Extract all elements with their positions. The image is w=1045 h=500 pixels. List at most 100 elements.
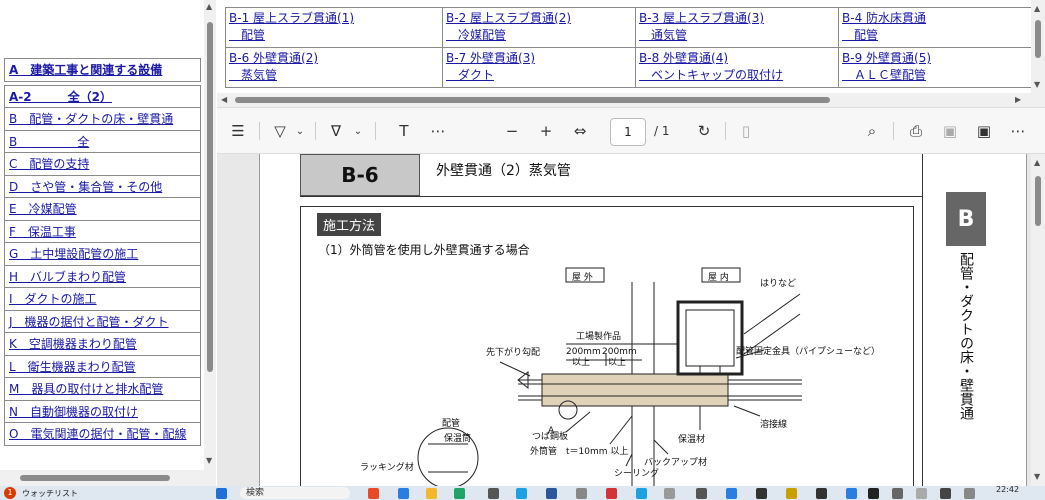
section-link-subtitle[interactable]: 冷媒配管 bbox=[446, 27, 632, 44]
section-link-subtitle[interactable]: 配管 bbox=[229, 27, 439, 44]
word-icon[interactable] bbox=[546, 488, 557, 499]
scroll-down-arrow-icon[interactable]: ▼ bbox=[206, 456, 212, 465]
section-link-title[interactable]: B-9 外壁貫通(5) bbox=[842, 50, 1037, 67]
scroll-right-arrow-icon[interactable]: ▶ bbox=[1015, 95, 1021, 104]
save-as-icon[interactable]: ▣ bbox=[973, 120, 995, 142]
fit-width-icon[interactable]: ⇔ bbox=[569, 120, 591, 142]
nav-link[interactable]: D さや管・集合管・その他 bbox=[4, 174, 201, 198]
nav-link[interactable]: L 衛生機器まわり配管 bbox=[4, 354, 201, 378]
folder-icon[interactable] bbox=[426, 488, 437, 499]
excel-icon[interactable] bbox=[454, 488, 465, 499]
page-number-input[interactable]: 1 bbox=[610, 118, 646, 146]
section-link-subtitle[interactable]: 配管 bbox=[842, 27, 1037, 44]
scrollbar-thumb[interactable] bbox=[20, 475, 170, 481]
section-link-subtitle[interactable]: 蒸気管 bbox=[229, 67, 439, 84]
nav-link[interactable]: N 自動御機器の取付け bbox=[4, 399, 201, 423]
nav-link[interactable]: F 保温工事 bbox=[4, 219, 201, 243]
text-box-icon[interactable]: T bbox=[393, 120, 415, 142]
scroll-up-arrow-icon[interactable]: ▲ bbox=[206, 2, 212, 11]
start-icon[interactable] bbox=[216, 488, 227, 499]
highlight-icon[interactable]: ▽ bbox=[269, 120, 291, 142]
app-icon[interactable] bbox=[576, 488, 587, 499]
nav-link[interactable]: I ダクトの施工 bbox=[4, 287, 201, 311]
app-icon[interactable] bbox=[756, 488, 767, 499]
app-icon[interactable] bbox=[892, 488, 903, 499]
app-icon[interactable] bbox=[940, 488, 951, 499]
section-link-cell[interactable]: B-9 外壁貫通(5) ＡＬＣ壁配管 bbox=[838, 47, 1041, 88]
nav-link[interactable]: O 電気関連の据付・配管・配線 bbox=[4, 422, 201, 446]
nav-link[interactable]: C 配管の支持 bbox=[4, 152, 201, 176]
section-link-subtitle[interactable]: ダクト bbox=[446, 67, 632, 84]
top-horizontal-scrollbar[interactable]: ◀ ▶ bbox=[217, 93, 1045, 107]
app-icon[interactable] bbox=[916, 488, 927, 499]
section-link-subtitle[interactable]: ＡＬＣ壁配管 bbox=[842, 67, 1037, 84]
nav-link[interactable]: G 土中埋設配管の施工 bbox=[4, 242, 201, 266]
nav-link[interactable]: M 器具の取付けと排水配管 bbox=[4, 377, 201, 401]
app-icon[interactable] bbox=[964, 488, 975, 499]
top-vertical-scrollbar[interactable]: ▲ ▼ bbox=[1031, 0, 1045, 93]
section-link-cell[interactable]: B-3 屋上スラブ貫通(3) 通気管 bbox=[635, 7, 839, 48]
watchlist-widget[interactable]: ウォッチリスト bbox=[22, 488, 78, 499]
section-link-subtitle[interactable]: 通気管 bbox=[639, 27, 835, 44]
section-link-title[interactable]: B-1 屋上スラブ貫通(1) bbox=[229, 10, 439, 27]
nav-link[interactable]: H バルブまわり配管 bbox=[4, 264, 201, 288]
taskbar-clock[interactable]: 22:42 bbox=[996, 486, 1019, 494]
zoom-out-icon[interactable]: − bbox=[501, 120, 523, 142]
more-options-icon[interactable]: ⋯ bbox=[427, 120, 449, 142]
section-link-cell[interactable]: B-4 防水床貫通 配管 bbox=[838, 7, 1041, 48]
scroll-down-arrow-icon[interactable]: ▼ bbox=[1034, 472, 1040, 481]
app-icon[interactable] bbox=[816, 488, 827, 499]
scroll-up-arrow-icon[interactable]: ▲ bbox=[1034, 158, 1040, 167]
nav-link[interactable]: A 建築工事と関連する設備 bbox=[4, 58, 201, 82]
section-link-cell[interactable]: B-8 外壁貫通(4) ベントキャップの取付け bbox=[635, 47, 839, 88]
nav-link[interactable]: E 冷媒配管 bbox=[4, 197, 201, 221]
chevron-down-icon[interactable]: ⌄ bbox=[351, 120, 365, 142]
search-icon[interactable]: ⌕ bbox=[861, 120, 883, 142]
print-icon[interactable]: ⎙ bbox=[905, 120, 927, 142]
app-icon[interactable] bbox=[488, 488, 499, 499]
scroll-down-arrow-icon[interactable]: ▼ bbox=[1034, 80, 1040, 89]
section-link-title[interactable]: B-7 外壁貫通(3) bbox=[446, 50, 632, 67]
contents-list-icon[interactable]: ☰ bbox=[227, 120, 249, 142]
app-icon[interactable] bbox=[846, 488, 857, 499]
pdf-vertical-scrollbar[interactable]: ▲ ▼ bbox=[1031, 154, 1045, 486]
section-link-cell[interactable]: B-7 外壁貫通(3) ダクト bbox=[442, 47, 636, 88]
more-menu-icon[interactable]: ⋯ bbox=[1007, 120, 1029, 142]
section-link-cell[interactable]: B-6 外壁貫通(2) 蒸気管 bbox=[225, 47, 443, 88]
scrollbar-thumb[interactable] bbox=[1035, 176, 1041, 226]
rotate-icon[interactable]: ↻ bbox=[693, 120, 715, 142]
nav-link[interactable]: B 全 bbox=[4, 129, 201, 153]
nav-link[interactable]: K 空調機器まわり配管 bbox=[4, 332, 201, 356]
app-icon[interactable] bbox=[398, 488, 409, 499]
app-icon[interactable] bbox=[786, 488, 797, 499]
scroll-up-arrow-icon[interactable]: ▲ bbox=[1034, 4, 1040, 13]
section-link-title[interactable]: B-3 屋上スラブ貫通(3) bbox=[639, 10, 835, 27]
scroll-left-arrow-icon[interactable]: ◀ bbox=[221, 95, 227, 104]
chevron-down-icon[interactable]: ⌄ bbox=[293, 120, 307, 142]
edge-icon[interactable] bbox=[516, 488, 527, 499]
save-icon[interactable]: ▣ bbox=[939, 120, 961, 142]
section-link-title[interactable]: B-6 外壁貫通(2) bbox=[229, 50, 439, 67]
section-link-subtitle[interactable]: ベントキャップの取付け bbox=[639, 67, 835, 84]
nav-link[interactable]: A-2 全（2） bbox=[4, 84, 201, 108]
notification-badge[interactable]: 1 bbox=[4, 487, 16, 499]
pdf-icon[interactable] bbox=[606, 488, 617, 499]
app-icon[interactable] bbox=[726, 488, 737, 499]
left-vertical-scrollbar[interactable]: ▲ ▼ bbox=[204, 0, 216, 470]
taskbar-search[interactable]: 検索 bbox=[240, 487, 350, 499]
page-view-icon[interactable]: ▯ bbox=[735, 120, 757, 142]
app-icon[interactable] bbox=[696, 488, 707, 499]
app-icon[interactable] bbox=[664, 488, 675, 499]
section-link-cell[interactable]: B-1 屋上スラブ貫通(1) 配管 bbox=[225, 7, 443, 48]
section-link-cell[interactable]: B-2 屋上スラブ貫通(2) 冷媒配管 bbox=[442, 7, 636, 48]
app-icon[interactable] bbox=[636, 488, 647, 499]
nav-link[interactable]: J 機器の据付と配管・ダクト bbox=[4, 309, 201, 333]
section-link-title[interactable]: B-8 外壁貫通(4) bbox=[639, 50, 835, 67]
section-link-title[interactable]: B-2 屋上スラブ貫通(2) bbox=[446, 10, 632, 27]
nav-link[interactable]: B 配管・ダクトの床・壁貫通 bbox=[4, 107, 201, 131]
draw-icon[interactable]: ∇ bbox=[325, 120, 347, 142]
scrollbar-thumb[interactable] bbox=[1035, 20, 1041, 58]
app-icon[interactable] bbox=[868, 488, 879, 499]
left-horizontal-scrollbar[interactable] bbox=[0, 470, 216, 486]
scrollbar-thumb[interactable] bbox=[207, 22, 213, 372]
